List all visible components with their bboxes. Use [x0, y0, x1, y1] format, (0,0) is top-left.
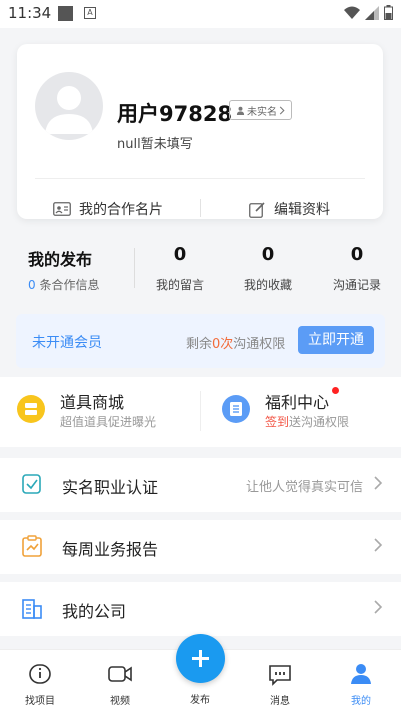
building-icon — [22, 599, 42, 619]
tab-mine[interactable]: 我的 — [331, 662, 391, 707]
divider — [35, 178, 365, 179]
stat-messages[interactable]: 0 我的留言 — [145, 244, 215, 293]
divider — [134, 248, 135, 288]
plus-icon — [192, 650, 209, 667]
publish-label: 发布 — [190, 695, 210, 706]
stat-label: 沟通记录 — [332, 278, 381, 292]
remaining-permission: 剩余0次沟通权限 — [186, 333, 285, 352]
signal-icon — [365, 5, 379, 20]
open-membership-button[interactable]: 立即开通 — [298, 326, 374, 354]
row-label: 每周业务报告 — [62, 540, 159, 559]
business-card-label: 我的合作名片 — [79, 202, 163, 218]
welfare-subtitle-highlight: 签到 — [265, 415, 290, 429]
wifi-icon — [344, 6, 360, 19]
stat-favorites[interactable]: 0 我的收藏 — [233, 244, 303, 293]
tab-label: 视频 — [110, 696, 130, 707]
notification-icon — [58, 6, 73, 21]
business-card-button[interactable]: 我的合作名片 — [53, 198, 163, 220]
my-posts-title[interactable]: 我的发布 — [28, 246, 92, 270]
tab-video[interactable]: 视频 — [90, 662, 150, 707]
tab-messages[interactable]: 消息 — [250, 662, 310, 707]
tab-label: 消息 — [270, 696, 290, 707]
divider — [200, 391, 201, 431]
edit-profile-button[interactable]: 编辑资料 — [249, 198, 330, 220]
real-name-verification-row[interactable]: 实名职业认证 让他人觉得真实可信 — [0, 458, 401, 512]
edit-profile-label: 编辑资料 — [274, 202, 330, 218]
my-posts-count: 0 条合作信息 — [28, 276, 99, 293]
welfare-title: 福利中心 — [265, 393, 330, 412]
chevron-right-icon — [374, 476, 383, 490]
chevron-right-icon — [279, 106, 285, 114]
stats-section: 我的发布 0 条合作信息 0 我的留言 0 我的收藏 0 沟通记录 — [0, 240, 401, 300]
projects-icon — [29, 664, 51, 684]
membership-status: 未开通会员 — [32, 335, 102, 351]
verified-check-icon — [22, 474, 41, 494]
edit-icon — [249, 201, 265, 218]
status-bar: 11:34 A — [0, 0, 401, 28]
profile-page: 用户97828 未实名 null暂未填写 我的合作名片 编辑资料 我的发布 0 … — [0, 28, 401, 649]
tab-label: 我的 — [351, 696, 371, 707]
welfare-icon — [222, 395, 250, 423]
notification-dot — [332, 387, 339, 394]
welfare-subtitle: 签到送沟通权限 — [265, 413, 349, 430]
status-time: 11:34 — [8, 4, 52, 22]
chevron-right-icon — [374, 600, 383, 614]
status-icons — [344, 5, 393, 20]
tools-section: 道具商城 超值道具促进曝光 福利中心 签到送沟通权限 — [0, 377, 401, 447]
stat-number: 0 — [261, 244, 275, 265]
row-label: 实名职业认证 — [62, 478, 159, 497]
row-label: 我的公司 — [62, 602, 127, 621]
my-company-row[interactable]: 我的公司 — [0, 582, 401, 636]
remaining-prefix: 剩余 — [186, 337, 213, 352]
stat-contacts[interactable]: 0 沟通记录 — [322, 244, 392, 293]
verify-badge[interactable]: 未实名 — [229, 100, 292, 120]
row-hint: 让他人觉得真实可信 — [245, 480, 363, 495]
stat-number: 0 — [350, 244, 364, 265]
weekly-report-row[interactable]: 每周业务报告 — [0, 520, 401, 574]
video-icon — [108, 666, 132, 682]
default-avatar-icon — [45, 86, 93, 134]
stat-number: 0 — [173, 244, 187, 265]
keyboard-icon: A — [84, 7, 96, 19]
message-icon — [269, 665, 291, 686]
clipboard-chart-icon — [22, 535, 42, 557]
divider — [200, 199, 201, 217]
user-icon — [351, 664, 371, 684]
stat-label: 我的收藏 — [243, 278, 292, 292]
publish-button[interactable] — [176, 634, 225, 683]
chevron-right-icon — [374, 538, 383, 552]
tab-label: 找项目 — [25, 696, 55, 707]
verify-badge-label: 未实名 — [247, 106, 277, 118]
shop-icon — [17, 395, 45, 423]
posts-count-value: 0 — [28, 278, 36, 292]
shop-subtitle: 超值道具促进曝光 — [60, 415, 157, 429]
shop-title: 道具商城 — [60, 393, 125, 412]
tab-projects[interactable]: 找项目 — [10, 662, 70, 707]
stat-label: 我的留言 — [155, 278, 204, 292]
person-icon — [236, 106, 245, 115]
username: 用户97828 — [117, 102, 233, 126]
posts-count-label: 条合作信息 — [39, 278, 100, 292]
profile-card: 用户97828 未实名 null暂未填写 我的合作名片 编辑资料 — [17, 44, 383, 219]
bio-text: null暂未填写 — [117, 137, 193, 152]
battery-icon — [384, 5, 393, 20]
welfare-subtitle-text: 送沟通权限 — [289, 415, 350, 429]
avatar[interactable] — [35, 72, 103, 140]
membership-banner: 未开通会员 剩余0次沟通权限 立即开通 — [16, 314, 385, 368]
remaining-count: 0次 — [212, 337, 234, 352]
remaining-suffix: 沟通权限 — [233, 337, 286, 352]
id-card-icon — [53, 202, 71, 216]
